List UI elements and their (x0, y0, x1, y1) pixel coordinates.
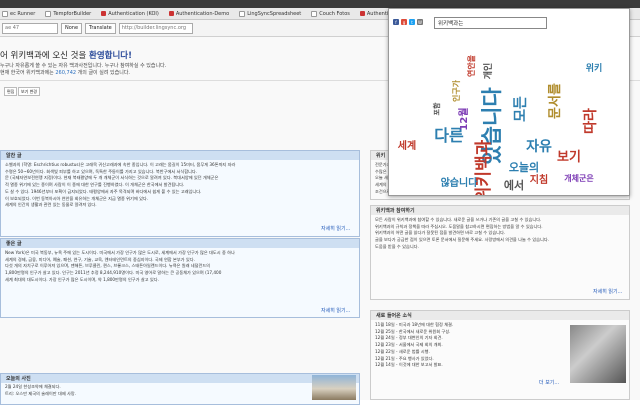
word-cloud: 있습니다위키백과다른문서를자유보기세계12월오늘의개인모든 따라않습니다 에서 지침 개… (398, 54, 603, 195)
bookmark-item[interactable]: ec Runner (0, 9, 37, 18)
today-photo[interactable] (312, 375, 356, 400)
facebook-icon[interactable]: f (393, 19, 399, 25)
cloud-word[interactable]: 위키 (586, 62, 603, 74)
app-icon (101, 11, 107, 16)
bookmark-item[interactable]: Authentication-Demo (167, 9, 231, 18)
cloud-word[interactable]: 개체군은 (564, 173, 594, 183)
popup-search-input[interactable]: 위키백과는 (434, 17, 547, 29)
participate-text: 모든 사람이 위키백과에 참여할 수 있습니다. 새로운 글을 쓰거나 기존의 … (375, 217, 550, 249)
cloud-word[interactable]: 세계 (398, 139, 416, 152)
news-item: 11월 18일 - 미국과 18년에 대한 협정 체결. (375, 322, 454, 327)
cloud-word[interactable]: 12월 (458, 107, 470, 130)
news-item: 12월 23일 - 서울에서 국제 회의 개최. (375, 342, 443, 348)
cloud-word[interactable]: 모든 (513, 96, 529, 122)
browser-top-strip (0, 0, 640, 8)
read-more-link[interactable]: 자세히 읽기... (593, 288, 622, 295)
bookmark-item[interactable]: TempforBuilder (43, 9, 93, 18)
cloud-word[interactable]: 문서를 (548, 83, 563, 119)
cloud-word[interactable]: 자유 (526, 139, 552, 155)
cloud-word[interactable]: 에서 (504, 178, 524, 192)
cloud-word[interactable]: 포함 (432, 102, 441, 115)
edit-button[interactable]: 편집 (4, 87, 18, 96)
box-title: 새로 들어온 소식 (371, 311, 629, 320)
page-icon (2, 10, 8, 17)
cloud-word[interactable]: 개인 (482, 63, 494, 80)
twitter-icon[interactable]: t (409, 19, 415, 25)
box-title: 위키백과 참여하기 (371, 206, 629, 215)
cloud-word[interactable]: 인구가 (451, 79, 461, 102)
app-icon (168, 11, 174, 16)
page-icon (239, 10, 246, 17)
welcome-bold: 환영합니다! (89, 51, 132, 61)
welcome-subtitle: 누구나 자유롭게 쓸 수 있는 자유 백과사전입니다. 누구나 참여하실 수 있… (0, 63, 167, 69)
news-photo[interactable] (570, 325, 626, 383)
wikipedia-icon[interactable]: W (417, 19, 423, 25)
word-cloud-popup: f g t W 위키백과는 있습니다 위키백과 다른 문서를 자유 보기 세계 12월 오늘의 개… (388, 8, 630, 196)
box-title: 오늘의 사진 (1, 374, 359, 383)
welcome-heading: 어 위키백과에 오신 것을 환영합니다! (0, 51, 132, 61)
cloud-word[interactable]: 오늘의 (509, 160, 539, 174)
box-title: 좋은 글 (1, 239, 359, 248)
cloud-word[interactable]: 않습니다 (441, 176, 479, 189)
today-box: 오늘의 사진 2월 24일 한성조약에 체결되다. 트리: 오스만 제국의 술레… (0, 373, 360, 405)
share-icons: f g t W (393, 19, 425, 25)
read-more-link[interactable]: 자세히 읽기... (321, 307, 350, 314)
change-view-button[interactable]: 보기 변경 (18, 87, 40, 96)
featured-article-box: 알찬 글 소벨과의 (학명: Eschrichtius robustus)은 고… (0, 150, 360, 237)
page-icon (311, 10, 318, 17)
page-icon (45, 10, 52, 17)
article-count-line: 현재 한국어 위키백과에는 260,742 개의 글이 실려 있습니다. (0, 70, 131, 76)
news-list: 11월 18일 - 미국과 18년에 대한 협정 체결. 12월 25일 - 한… (371, 320, 569, 371)
participate-box: 위키백과 참여하기 모든 사람이 위키백과에 참여할 수 있습니다. 새로운 글… (370, 205, 630, 300)
translate-button[interactable]: Translate (85, 22, 116, 34)
bookmark-item[interactable]: LingSyncSpreadsheet (237, 9, 303, 18)
more-news-link[interactable]: 더 보기... (539, 379, 559, 386)
box-title: 알찬 글 (1, 151, 359, 160)
article-count[interactable]: 260,742 (55, 70, 76, 76)
read-more-link[interactable]: 자세히 읽기... (321, 225, 350, 232)
bookmark-item[interactable]: Authentication (KOI) (99, 9, 161, 18)
cloud-word[interactable]: 따라 (583, 108, 599, 134)
cloud-word[interactable]: 지침 (530, 173, 548, 186)
cloud-word[interactable]: 보기 (557, 150, 581, 165)
good-article-box: 좋은 글 New York)은 미국 북동부, 뉴욕 주에 있는 도시이다. 미… (0, 238, 360, 318)
google-icon[interactable]: g (401, 19, 407, 25)
app-icon (359, 11, 365, 16)
bookmark-item[interactable]: Couch Fotos (309, 9, 352, 18)
cloud-word[interactable]: 연안을 (466, 54, 476, 77)
url-field[interactable]: http://builder.lingsync.org (118, 22, 193, 34)
featured-article-text: 소벨과의 (학명: Eschrichtius robustus)은 고래목 귀신… (5, 162, 236, 208)
today-text: 2월 24일 한성조약에 체결되다. 트리: 오스만 제국의 술레이만 대제 사… (5, 384, 77, 396)
language-field[interactable]: ae 47 (2, 22, 58, 34)
good-article-text: New York)은 미국 북동부, 뉴욕 주에 있는 도시이다. 미국에서 가… (5, 250, 235, 282)
none-button[interactable]: None (61, 22, 83, 34)
news-item: 12월 14일 - 이것에 대한 보고서 발표. (375, 362, 443, 368)
news-item: 12월 22일 - 새로운 법률 시행. (375, 348, 430, 354)
